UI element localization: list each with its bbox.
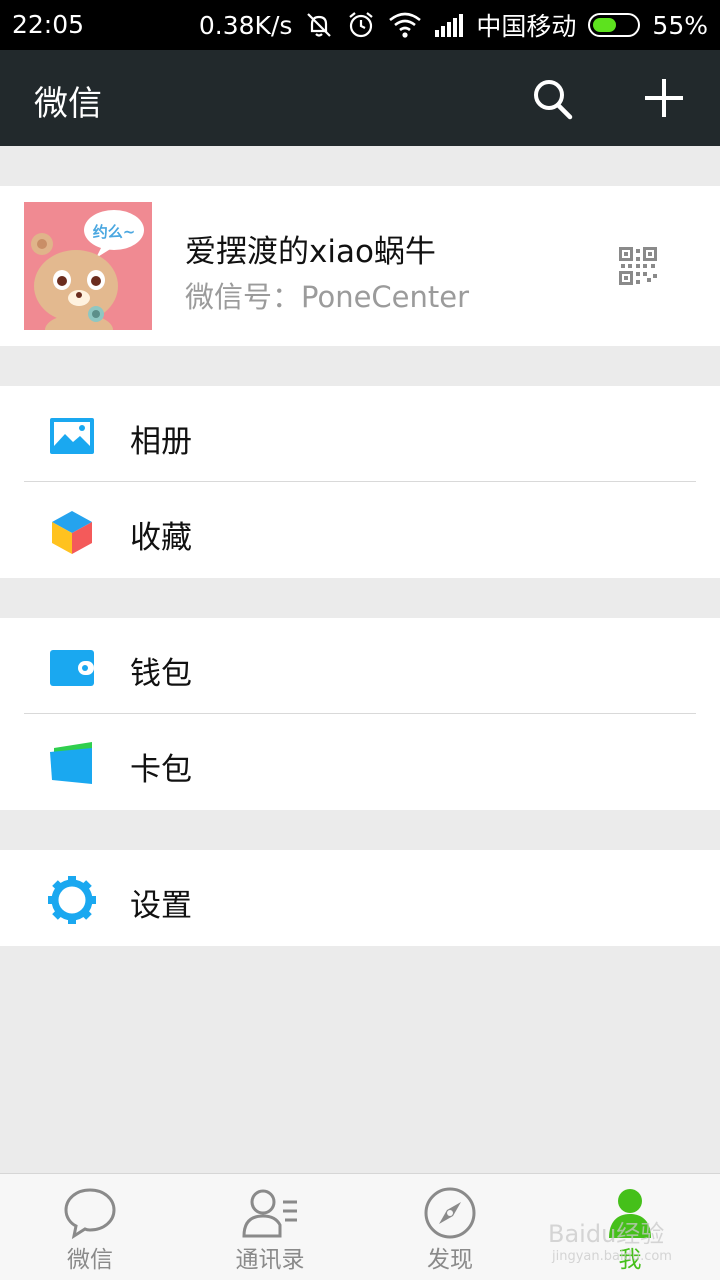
signal-icon: [434, 12, 464, 38]
tab-label: 微信: [67, 1247, 113, 1273]
watermark-brand: Baidu经验: [548, 1220, 665, 1248]
qr-code-icon[interactable]: [619, 247, 657, 289]
tab-chats[interactable]: 微信: [0, 1174, 180, 1280]
tab-contacts[interactable]: 通讯录: [180, 1174, 360, 1280]
battery-percent: 55%: [652, 10, 708, 40]
avatar-text: 约么~: [93, 223, 136, 241]
tab-label: 通讯录: [235, 1247, 305, 1273]
watermark-url: jingyan.baidu.com: [552, 1249, 672, 1264]
menu-group-3: 设置: [0, 850, 720, 946]
menu-item-wallet[interactable]: 钱包: [0, 618, 720, 714]
cube-icon: [52, 511, 92, 554]
profile-name: 爱摆渡的xiao蜗牛: [185, 234, 436, 270]
search-icon: [534, 80, 573, 120]
status-right: 0.38K/s 中国移动 55%: [199, 0, 708, 50]
menu-item-label: 卡包: [130, 752, 192, 788]
menu-group-2: 钱包 卡包: [0, 618, 720, 810]
add-button[interactable]: [640, 74, 688, 122]
chat-bubble-icon: [64, 1188, 116, 1240]
plus-icon: [645, 79, 683, 117]
alarm-icon: [346, 10, 376, 40]
menu-item-label: 设置: [130, 888, 192, 924]
battery-icon: [588, 13, 641, 37]
menu-group-1: 相册 收藏: [0, 386, 720, 578]
avatar[interactable]: 约么~: [24, 202, 152, 330]
mute-icon: [304, 10, 334, 40]
profile-card[interactable]: 约么~ 爱摆渡的xiao蜗牛 微信号：PoneCenter: [0, 186, 720, 346]
net-speed: 0.38K/s: [198, 10, 293, 40]
status-time: 22:05: [12, 10, 85, 39]
menu-item-album[interactable]: 相册: [0, 386, 720, 482]
contacts-icon: [242, 1189, 297, 1238]
tab-discover[interactable]: 发现: [360, 1174, 540, 1280]
tab-label: 发现: [427, 1247, 473, 1273]
page-title: 微信: [34, 84, 102, 124]
profile-wechat-id: 微信号：PoneCenter: [185, 280, 470, 314]
wifi-icon: [388, 11, 422, 39]
baidu-watermark: Baidu经验 jingyan.baidu.com: [548, 1214, 672, 1264]
status-bar: 22:05 0.38K/s 中国移动 55%: [0, 0, 720, 50]
menu-item-label: 钱包: [130, 656, 192, 692]
carrier-name: 中国移动: [476, 12, 577, 41]
menu-item-label: 收藏: [130, 520, 192, 556]
menu-item-label: 相册: [130, 424, 192, 460]
photo-album-icon: [50, 418, 94, 454]
compass-icon: [424, 1187, 476, 1239]
wallet-icon: [50, 650, 94, 686]
menu-item-card-pack[interactable]: 卡包: [0, 714, 720, 810]
search-button[interactable]: [528, 74, 576, 122]
menu-item-settings[interactable]: 设置: [0, 850, 720, 946]
card-pack-icon: [50, 742, 92, 784]
gear-icon: [48, 876, 96, 924]
menu-item-favorites[interactable]: 收藏: [0, 482, 720, 578]
app-bar: 微信: [0, 50, 720, 146]
